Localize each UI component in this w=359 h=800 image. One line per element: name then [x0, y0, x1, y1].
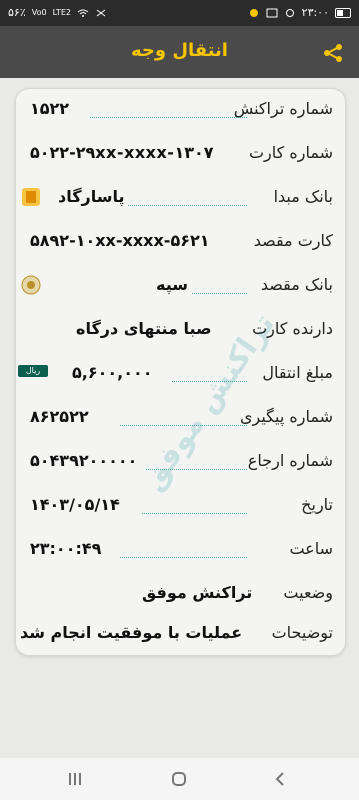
notification-icon — [249, 8, 258, 17]
label-time: ساعت — [289, 539, 333, 558]
label-dest-bank: بانک مقصد — [260, 275, 333, 294]
status-time: ۲۳:۰۰ — [301, 6, 329, 19]
label-amount: مبلغ انتقال — [262, 363, 333, 382]
value-dest-card: ۵۸۹۲-۱۰xx-xxxx-۵۶۲۱ — [30, 231, 210, 250]
label-date: تاریخ — [301, 495, 333, 514]
battery-text: ۵۶٪ — [8, 6, 26, 19]
row-time: ساعت ۲۳:۰۰:۴۹ — [16, 535, 345, 565]
row-status: وضعیت تراکنش موفق — [16, 579, 345, 609]
network-label-2: LTE2 — [52, 8, 71, 17]
label-transaction-number: شماره تراکنش — [233, 99, 333, 118]
status-left: ۵۶٪ Vo0 LTE2 — [8, 6, 107, 19]
status-right: ۲۳:۰۰ — [248, 6, 351, 19]
label-reference: شماره ارجاع — [247, 451, 333, 470]
sepah-logo-icon — [21, 275, 41, 295]
receipt-card: تراکنش موفق شماره تراکنش ۱۵۲۲ شماره کارت… — [15, 88, 346, 656]
row-origin-bank: بانک مبدا پاسارگاد — [16, 183, 345, 213]
value-tracking: ۸۶۲۵۲۲ — [30, 407, 89, 426]
pasargad-logo-icon — [22, 188, 40, 206]
sync-icon — [285, 8, 294, 17]
value-date: ۱۴۰۳/۰۵/۱۴ — [30, 495, 120, 514]
share-icon[interactable] — [322, 42, 344, 64]
label-dest-card: کارت مقصد — [253, 231, 333, 250]
label-tracking: شماره پیگیری — [239, 407, 333, 426]
gallery-icon — [266, 8, 278, 17]
row-dest-card: کارت مقصد ۵۸۹۲-۱۰xx-xxxx-۵۶۲۱ — [16, 227, 345, 257]
back-icon[interactable] — [272, 770, 290, 788]
label-card-holder: دارنده کارت — [252, 319, 333, 338]
value-status: تراکنش موفق — [142, 583, 253, 602]
recent-apps-icon[interactable] — [66, 770, 84, 788]
value-transaction-number: ۱۵۲۲ — [30, 99, 70, 118]
wifi-icon — [77, 9, 89, 17]
label-origin-bank: بانک مبدا — [273, 187, 333, 206]
row-amount: مبلغ انتقال ۵,۶۰۰,۰۰۰ ریال — [16, 359, 345, 389]
app-bar: انتقال وجه — [0, 26, 359, 78]
label-description: توضیحات — [271, 623, 333, 642]
label-card-number: شماره کارت — [248, 143, 333, 162]
home-icon[interactable] — [170, 770, 188, 788]
page-title: انتقال وجه — [131, 40, 228, 61]
row-reference: شماره ارجاع ۵۰۴۳۹۲۰۰۰۰۰ — [16, 447, 345, 477]
value-time: ۲۳:۰۰:۴۹ — [30, 539, 102, 558]
row-dest-bank: بانک مقصد سپه — [16, 271, 345, 301]
value-origin-bank: پاسارگاد — [58, 187, 125, 206]
mute-icon — [96, 9, 106, 16]
value-reference: ۵۰۴۳۹۲۰۰۰۰۰ — [30, 451, 138, 470]
value-card-holder: صبا منتهای درگاه — [76, 319, 212, 338]
value-description: عملیات با موفقیت انجام شد — [20, 623, 243, 642]
status-bar: ۵۶٪ Vo0 LTE2 ۲۳:۰۰ — [0, 0, 359, 26]
row-date: تاریخ ۱۴۰۳/۰۵/۱۴ — [16, 491, 345, 521]
row-card-number: شماره کارت ۵۰۲۲-۲۹xx-xxxx-۱۳۰۷ — [16, 139, 345, 169]
value-card-number: ۵۰۲۲-۲۹xx-xxxx-۱۳۰۷ — [30, 143, 214, 162]
rial-badge: ریال — [18, 365, 48, 377]
value-amount: ۵,۶۰۰,۰۰۰ — [72, 363, 153, 382]
row-description: توضیحات عملیات با موفقیت انجام شد — [16, 619, 345, 649]
row-tracking: شماره پیگیری ۸۶۲۵۲۲ — [16, 403, 345, 433]
row-card-holder: دارنده کارت صبا منتهای درگاه — [16, 315, 345, 345]
value-dest-bank: سپه — [156, 275, 188, 294]
label-status: وضعیت — [283, 583, 333, 602]
row-transaction-number: شماره تراکنش ۱۵۲۲ — [16, 95, 345, 125]
network-label-1: Vo0 — [31, 8, 47, 17]
system-nav-bar — [0, 758, 359, 800]
battery-icon — [335, 7, 351, 18]
